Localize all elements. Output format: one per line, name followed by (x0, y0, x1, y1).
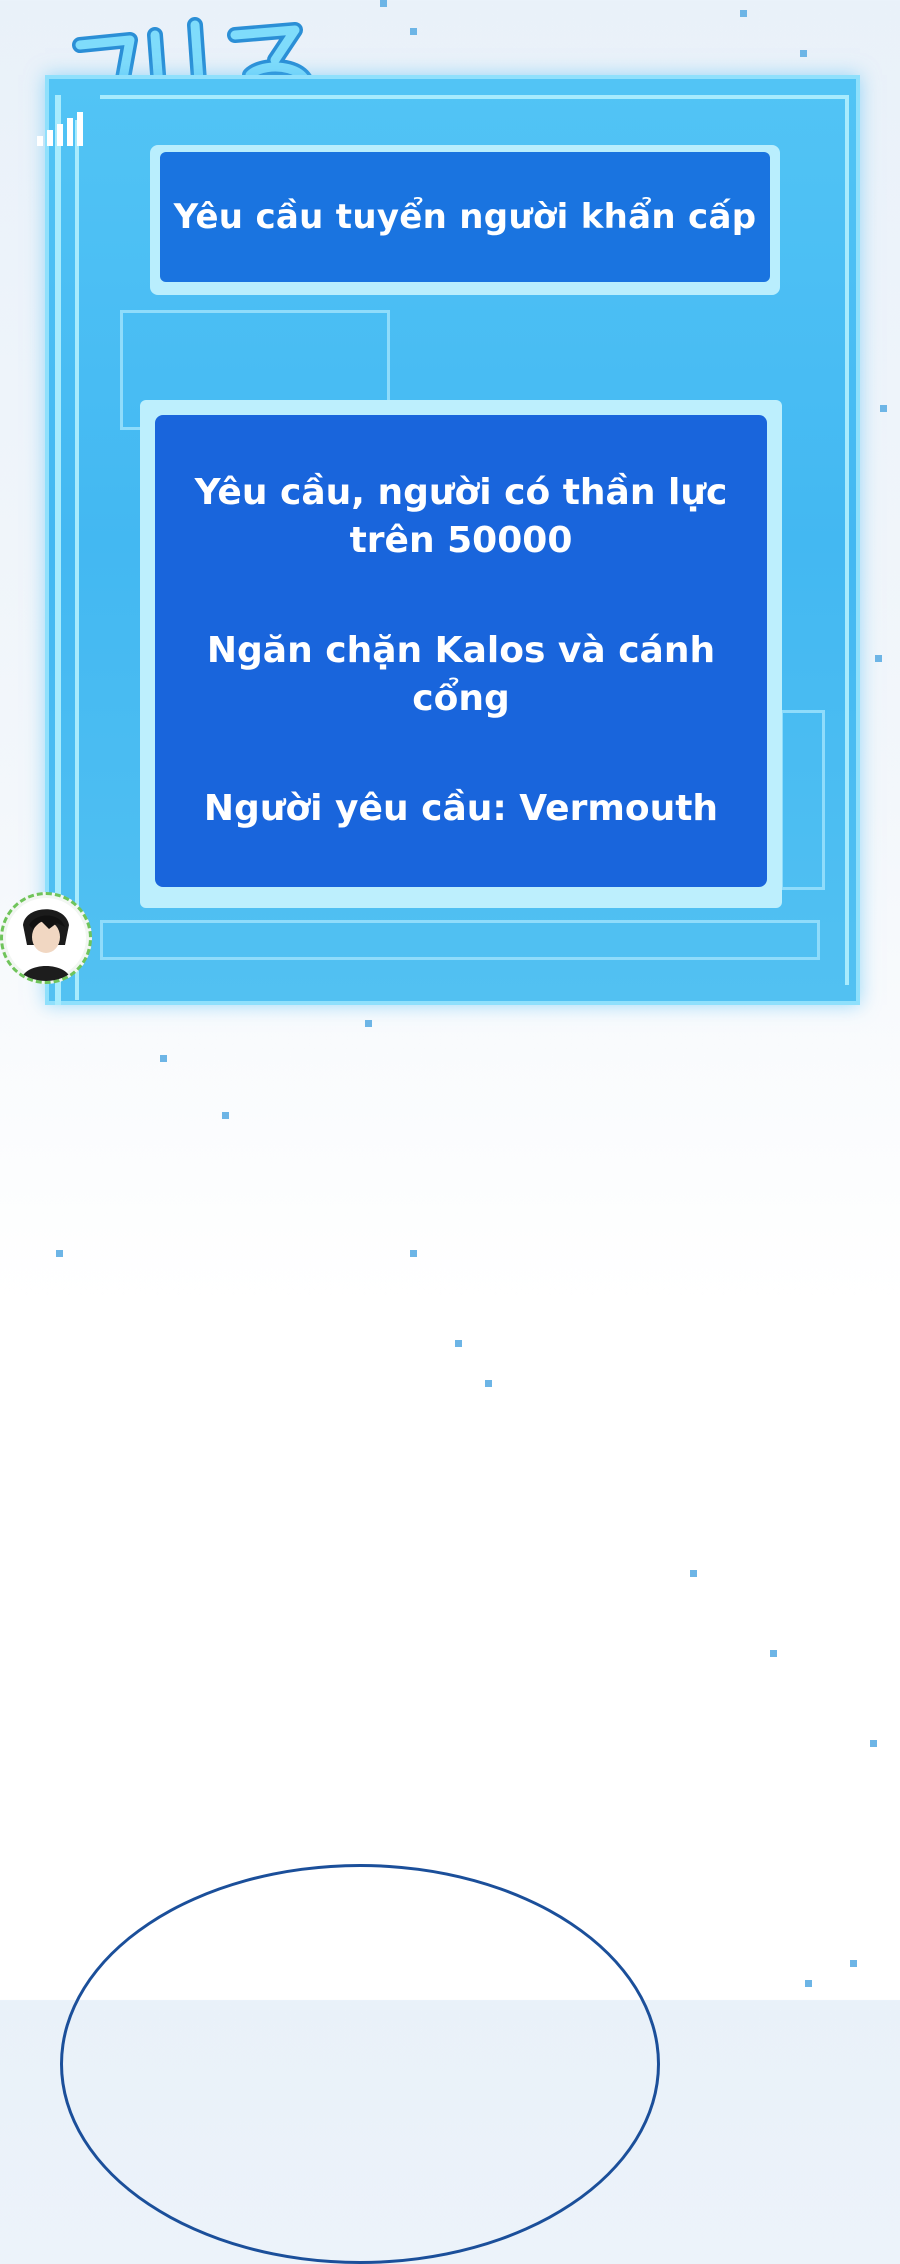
panel-divider (845, 95, 849, 985)
sparkle (690, 1570, 697, 1577)
sparkle (740, 10, 747, 17)
sparkle (455, 1340, 462, 1347)
sparkle (770, 1650, 777, 1657)
requirement-line: Yêu cầu, người có thần lực (194, 472, 728, 513)
sparkle (380, 0, 387, 7)
panel-frame (780, 710, 825, 890)
sparkle (880, 405, 887, 412)
sparkle (410, 28, 417, 35)
sparkle (160, 1055, 167, 1062)
sparkle (365, 1020, 372, 1027)
sparkle (805, 1980, 812, 1987)
sparkle (222, 1112, 229, 1119)
mission-line: Ngăn chặn Kalos và cánh cổng (206, 630, 716, 719)
content-box: Yêu cầu, người có thần lực trên 50000 Ng… (155, 415, 767, 887)
sparkle (870, 1740, 877, 1747)
panel-divider (100, 95, 845, 99)
sparkle (56, 1250, 63, 1257)
sparkle (850, 1960, 857, 1967)
notice-title: Yêu cầu tuyển người khẩn cấp (173, 197, 757, 237)
panel-frame (100, 920, 820, 960)
title-box: Yêu cầu tuyển người khẩn cấp (160, 152, 770, 282)
sparkle (875, 655, 882, 662)
avatar-icon (0, 892, 92, 984)
sparkle (410, 1250, 417, 1257)
sparkle (800, 50, 807, 57)
sparkle (485, 1380, 492, 1387)
requester-line: Người yêu cầu: Vermouth (203, 788, 719, 829)
requirement-value-line: trên 50000 (349, 520, 573, 561)
panel-divider (55, 95, 61, 1005)
panel-divider (75, 120, 79, 1000)
signal-bars-icon (37, 112, 83, 146)
speech-bubble-edge (60, 1864, 660, 2264)
